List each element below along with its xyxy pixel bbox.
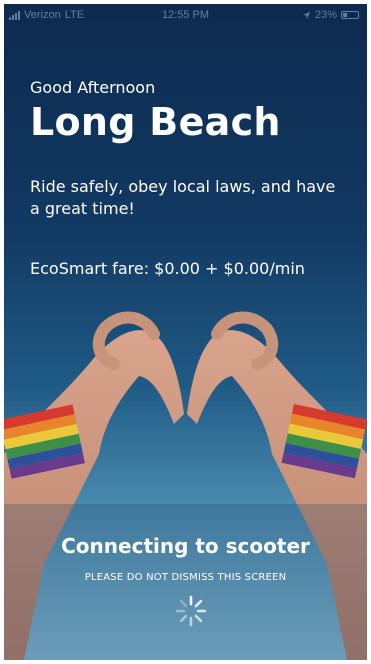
connecting-title: Connecting to scooter <box>61 534 310 558</box>
status-right: 23% <box>302 9 359 21</box>
city-title: Long Beach <box>30 100 281 144</box>
app-screen: Verizon LTE 12:55 PM 23% Good Afternoon … <box>4 4 367 660</box>
battery-icon <box>341 11 359 19</box>
location-arrow-icon <box>302 11 311 19</box>
status-bar: Verizon LTE 12:55 PM 23% <box>4 4 367 26</box>
battery-percent: 23% <box>314 9 337 21</box>
greeting-text: Good Afternoon <box>30 78 156 97</box>
spinner-icon <box>175 595 207 627</box>
safety-message: Ride safely, obey local laws, and have a… <box>30 177 336 218</box>
fare-text: EcoSmart fare: $0.00 + $0.00/min <box>30 259 305 278</box>
dismiss-notice: PLEASE DO NOT DISMISS THIS SCREEN <box>84 572 287 583</box>
